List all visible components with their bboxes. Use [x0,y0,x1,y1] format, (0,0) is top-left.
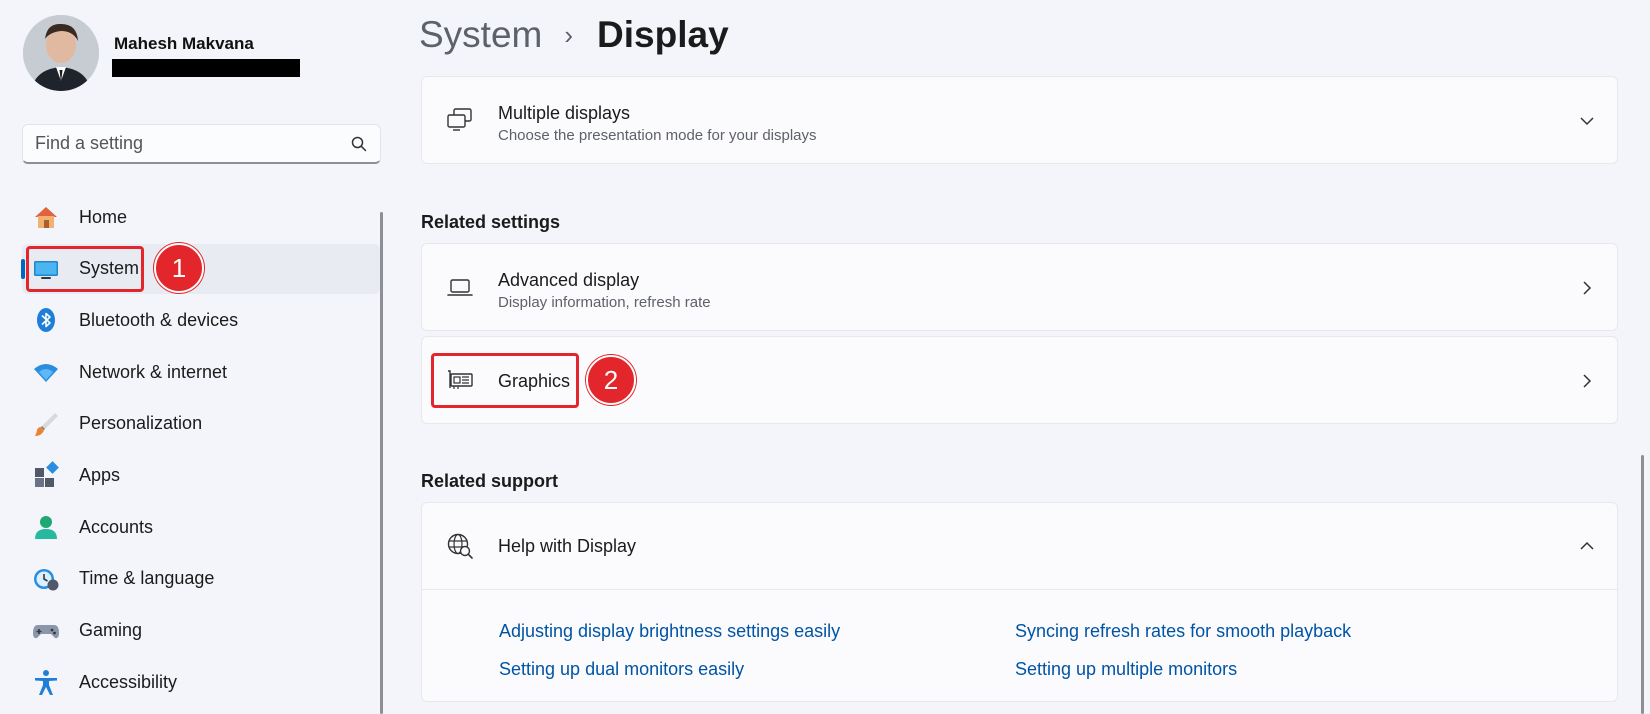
breadcrumb-separator: › [564,19,574,50]
sidebar-item-apps[interactable]: Apps [22,450,380,500]
search-icon[interactable] [350,135,368,153]
gamepad-icon [32,617,60,645]
laptop-icon [446,273,474,301]
sidebar-item-label: Home [79,206,128,227]
multiple-displays-card[interactable]: Multiple displays Choose the presentatio… [421,76,1618,164]
sidebar-item-label: Gaming [79,620,143,640]
related-support-heading: Related support [421,471,559,491]
main-scrollbar[interactable] [1641,455,1644,714]
sidebar-item-accessibility[interactable]: Accessibility [22,657,380,707]
card-title: Advanced display [498,270,640,290]
help-with-display-header[interactable]: Help with Display [422,503,1617,590]
sidebar-item-bluetooth-devices[interactable]: Bluetooth & devices [22,295,380,345]
callout-highlight-graphics [431,353,579,408]
breadcrumb-parent[interactable]: System [419,14,542,56]
chevron-right-icon[interactable] [1579,373,1595,389]
advanced-display-text: Advanced display Display information, re… [498,270,711,311]
help-link-brightness[interactable]: Adjusting display brightness settings ea… [499,621,840,642]
home-icon [32,203,60,231]
search-input[interactable]: Find a setting [35,133,350,154]
sidebar-item-label: Apps [79,464,121,485]
multiple-displays-icon [446,106,474,134]
sidebar: Mahesh Makvana Find a setting Home Syste… [0,0,390,714]
card-title: Multiple displays [498,103,631,123]
accounts-icon [32,513,60,541]
chevron-up-icon[interactable] [1579,538,1595,554]
sidebar-item-accounts[interactable]: Accounts [22,502,380,552]
breadcrumb: System › Display [419,14,729,56]
callout-badge-2: 2 [586,355,636,405]
clock-globe-icon [32,565,60,593]
help-with-display-panel: Help with Display Adjusting display brig… [421,502,1618,702]
help-link-multiple-monitors[interactable]: Setting up multiple monitors [1015,659,1237,680]
accessibility-icon [32,668,60,696]
chevron-right-icon[interactable] [1579,280,1595,296]
search-box[interactable]: Find a setting [22,124,381,164]
bluetooth-icon [32,306,60,334]
chevron-down-icon[interactable] [1579,113,1595,129]
help-link-dual-monitors[interactable]: Setting up dual monitors easily [499,659,744,680]
callout-badge-1: 1 [154,243,204,293]
sidebar-item-personalization[interactable]: Personalization [22,399,380,449]
page-title: Display [597,14,729,55]
sidebar-item-home[interactable]: Home [22,192,380,242]
avatar[interactable] [23,15,99,91]
sidebar-scrollbar[interactable] [380,212,383,714]
multiple-displays-text: Multiple displays Choose the presentatio… [498,103,817,144]
sidebar-item-label: Bluetooth & devices [79,309,239,330]
help-link-refresh-rates[interactable]: Syncing refresh rates for smooth playbac… [1015,621,1351,642]
callout-highlight-system [26,246,144,292]
apps-icon [32,461,60,489]
paintbrush-icon [32,410,60,438]
advanced-display-card[interactable]: Advanced display Display information, re… [421,243,1618,331]
sidebar-item-label: Personalization [79,413,203,434]
card-subtitle: Choose the presentation mode for your di… [498,127,817,144]
wifi-icon [32,358,60,386]
globe-search-icon [446,532,474,560]
sidebar-item-label: Accessibility [79,671,178,692]
sidebar-item-label: Network & internet [79,361,228,382]
sidebar-item-time-language[interactable]: Time & language [22,554,380,604]
user-name: Mahesh Makvana [114,34,254,53]
sidebar-item-gaming[interactable]: Gaming [22,606,380,656]
card-subtitle: Display information, refresh rate [498,294,711,311]
selection-indicator [21,258,25,279]
sidebar-item-network-internet[interactable]: Network & internet [22,347,380,397]
related-settings-heading: Related settings [421,212,561,232]
sidebar-item-label: Accounts [79,516,154,537]
sidebar-item-label: Time & language [79,568,215,589]
redacted-email [112,59,300,77]
help-title: Help with Display [498,536,637,556]
